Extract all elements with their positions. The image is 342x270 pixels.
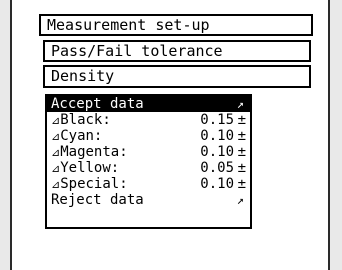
yellow-label: Yellow: bbox=[60, 160, 120, 176]
accept-data-item[interactable]: Accept data ↗ bbox=[47, 96, 250, 112]
menu-item-density[interactable]: Density bbox=[43, 65, 311, 88]
cyan-label: Cyan: bbox=[60, 128, 103, 144]
plus-minus-icon: ± bbox=[237, 112, 246, 128]
yellow-value: 0.05 bbox=[200, 160, 234, 176]
tolerance-row-cyan[interactable]: ⊿Cyan: 0.10 ± bbox=[47, 128, 250, 144]
enter-arrow-icon: ↗ bbox=[236, 97, 244, 111]
delta-icon: ⊿ bbox=[51, 162, 61, 175]
delta-icon: ⊿ bbox=[51, 130, 61, 143]
tolerance-row-special[interactable]: ⊿Special: 0.10 ± bbox=[47, 176, 250, 192]
density-tolerance-menu: Accept data ↗ ⊿Black: 0.15 ± ⊿Cyan: 0.10… bbox=[45, 94, 252, 229]
pass-fail-tolerance-label: Pass/Fail tolerance bbox=[51, 42, 223, 60]
density-label: Density bbox=[51, 67, 115, 85]
menu-item-pass-fail-tolerance[interactable]: Pass/Fail tolerance bbox=[43, 40, 311, 62]
delta-icon: ⊿ bbox=[51, 114, 61, 127]
plus-minus-icon: ± bbox=[237, 160, 246, 176]
black-label: Black: bbox=[60, 112, 111, 128]
magenta-value: 0.10 bbox=[200, 144, 234, 160]
delta-icon: ⊿ bbox=[51, 146, 61, 159]
magenta-label: Magenta: bbox=[60, 144, 128, 160]
reject-data-item[interactable]: Reject data ↗ bbox=[47, 192, 250, 208]
device-display: Measurement set-up Pass/Fail tolerance D… bbox=[10, 0, 330, 270]
enter-arrow-icon: ↗ bbox=[236, 193, 244, 207]
black-value: 0.15 bbox=[200, 112, 234, 128]
cyan-value: 0.10 bbox=[200, 128, 234, 144]
tolerance-row-magenta[interactable]: ⊿Magenta: 0.10 ± bbox=[47, 144, 250, 160]
special-value: 0.10 bbox=[200, 176, 234, 192]
accept-data-label: Accept data bbox=[51, 96, 144, 112]
plus-minus-icon: ± bbox=[237, 176, 246, 192]
plus-minus-icon: ± bbox=[237, 128, 246, 144]
reject-data-label: Reject data bbox=[51, 192, 144, 208]
tolerance-row-yellow[interactable]: ⊿Yellow: 0.05 ± bbox=[47, 160, 250, 176]
special-label: Special: bbox=[60, 176, 128, 192]
plus-minus-icon: ± bbox=[237, 144, 246, 160]
measurement-setup-label: Measurement set-up bbox=[47, 16, 210, 34]
delta-icon: ⊿ bbox=[51, 178, 61, 191]
tolerance-row-black[interactable]: ⊿Black: 0.15 ± bbox=[47, 112, 250, 128]
menu-item-measurement-setup[interactable]: Measurement set-up bbox=[39, 14, 313, 36]
